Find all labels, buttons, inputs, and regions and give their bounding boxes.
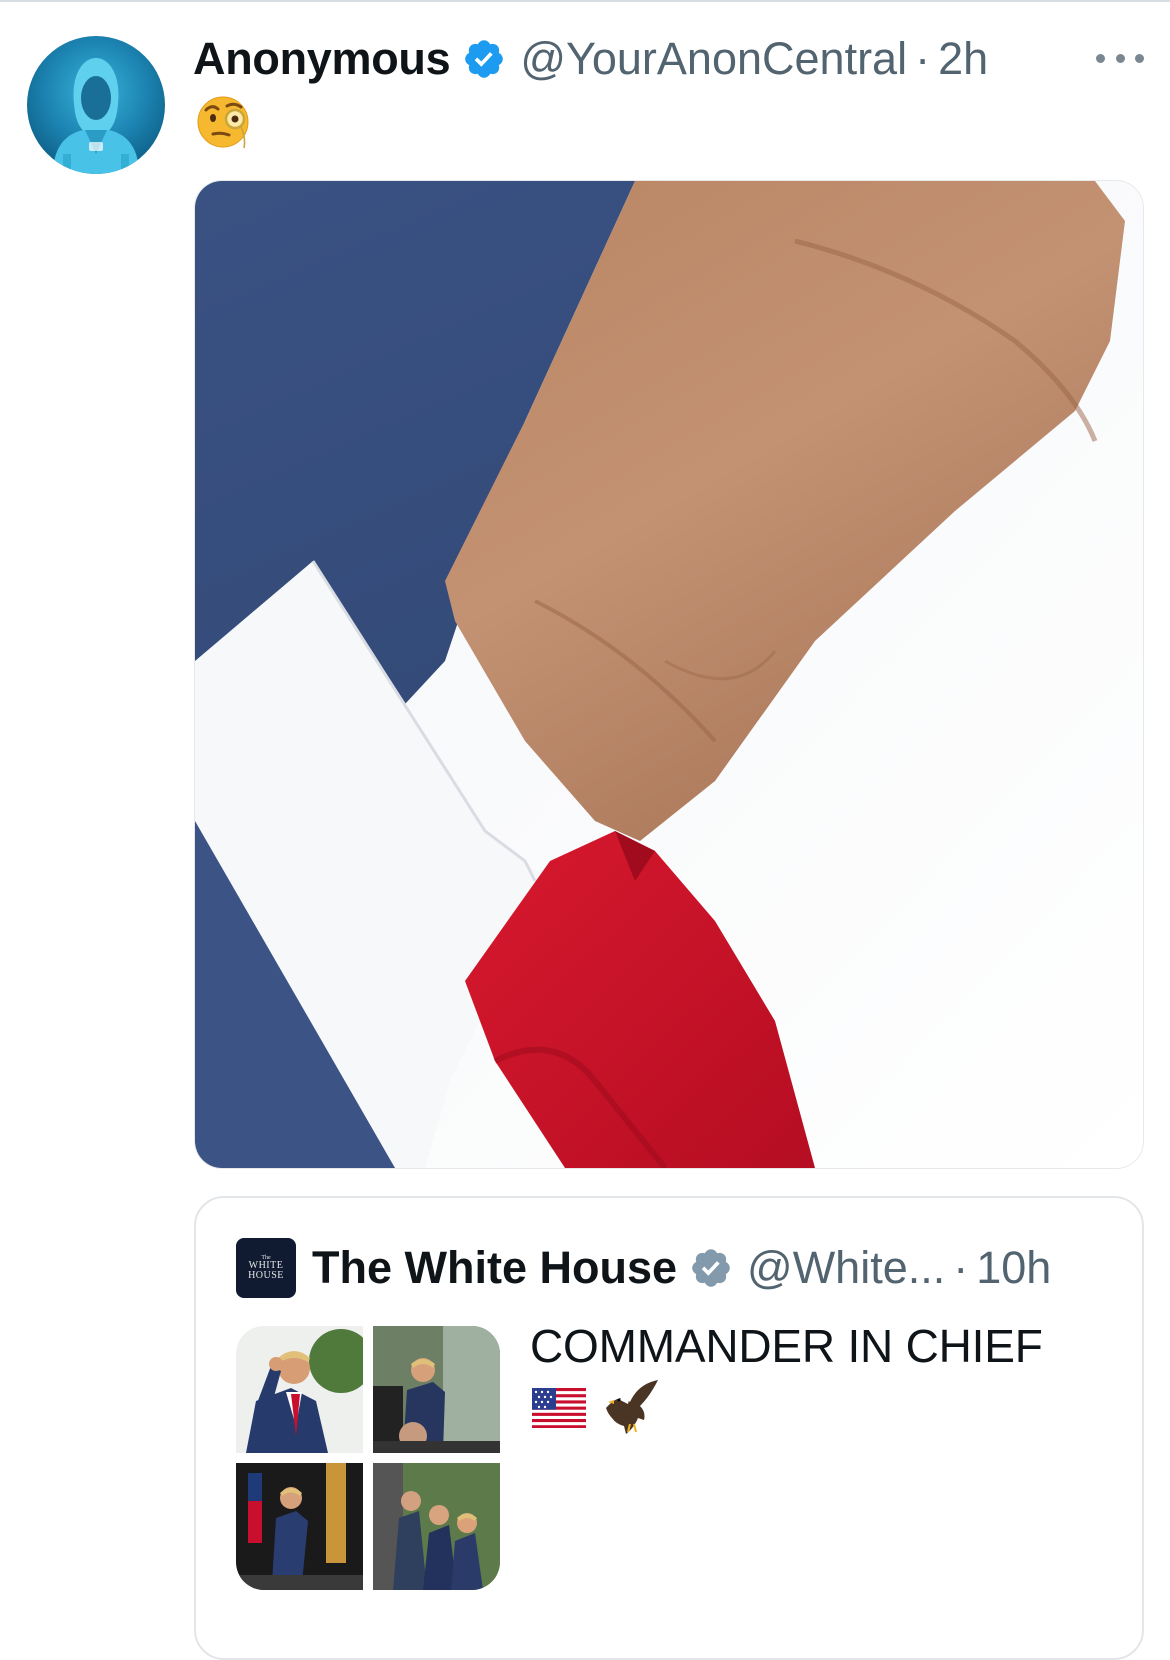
quoted-photo-salute[interactable]: [236, 1326, 363, 1453]
tweet-header: Anonymous @YourAnonCentral · 2h: [193, 30, 988, 88]
hooded-figure-icon: [53, 58, 139, 174]
quoted-timestamp[interactable]: 10h: [976, 1242, 1051, 1294]
handle[interactable]: @YourAnonCentral: [520, 33, 907, 85]
more-dot: [1115, 53, 1125, 63]
tweet-text: [196, 92, 254, 165]
face-with-monocle-icon: [197, 96, 249, 149]
logo-line-3: HOUSE: [248, 1270, 284, 1281]
verified-badge-icon: [465, 40, 504, 78]
quoted-tweet-text: COMMANDER IN CHIEF: [530, 1320, 1043, 1372]
eagle-icon: [606, 1380, 658, 1434]
more-options-icon[interactable]: [1096, 40, 1144, 76]
quoted-photo-walking[interactable]: [236, 1463, 363, 1590]
quoted-tweet-header: The WHITE HOUSE The White House @White..…: [236, 1238, 1051, 1298]
quoted-emoji-row: [532, 1378, 660, 1438]
tweet-media-image[interactable]: [194, 180, 1144, 1169]
avatar[interactable]: [27, 36, 165, 174]
more-dot: [1096, 53, 1105, 63]
quoted-photo-group[interactable]: [373, 1463, 500, 1590]
display-name[interactable]: Anonymous: [193, 33, 451, 85]
quoted-display-name[interactable]: The White House: [312, 1242, 677, 1294]
separator-dot: ·: [915, 33, 931, 84]
quoted-tweet[interactable]: The WHITE HOUSE The White House @White..…: [194, 1196, 1144, 1660]
quoted-media-grid[interactable]: [236, 1326, 500, 1590]
quoted-photo-podium[interactable]: [373, 1326, 500, 1453]
timestamp[interactable]: 2h: [938, 33, 988, 85]
us-flag-icon: [532, 1388, 586, 1428]
neck-collar-tie-photo: [195, 181, 1143, 1168]
quoted-separator-dot: ·: [953, 1242, 969, 1293]
verified-gray-badge-icon: [692, 1249, 730, 1287]
white-house-logo[interactable]: The WHITE HOUSE: [236, 1238, 296, 1298]
top-divider: [0, 0, 1170, 2]
quoted-handle[interactable]: @White...: [747, 1242, 945, 1294]
more-dot: [1135, 53, 1144, 63]
